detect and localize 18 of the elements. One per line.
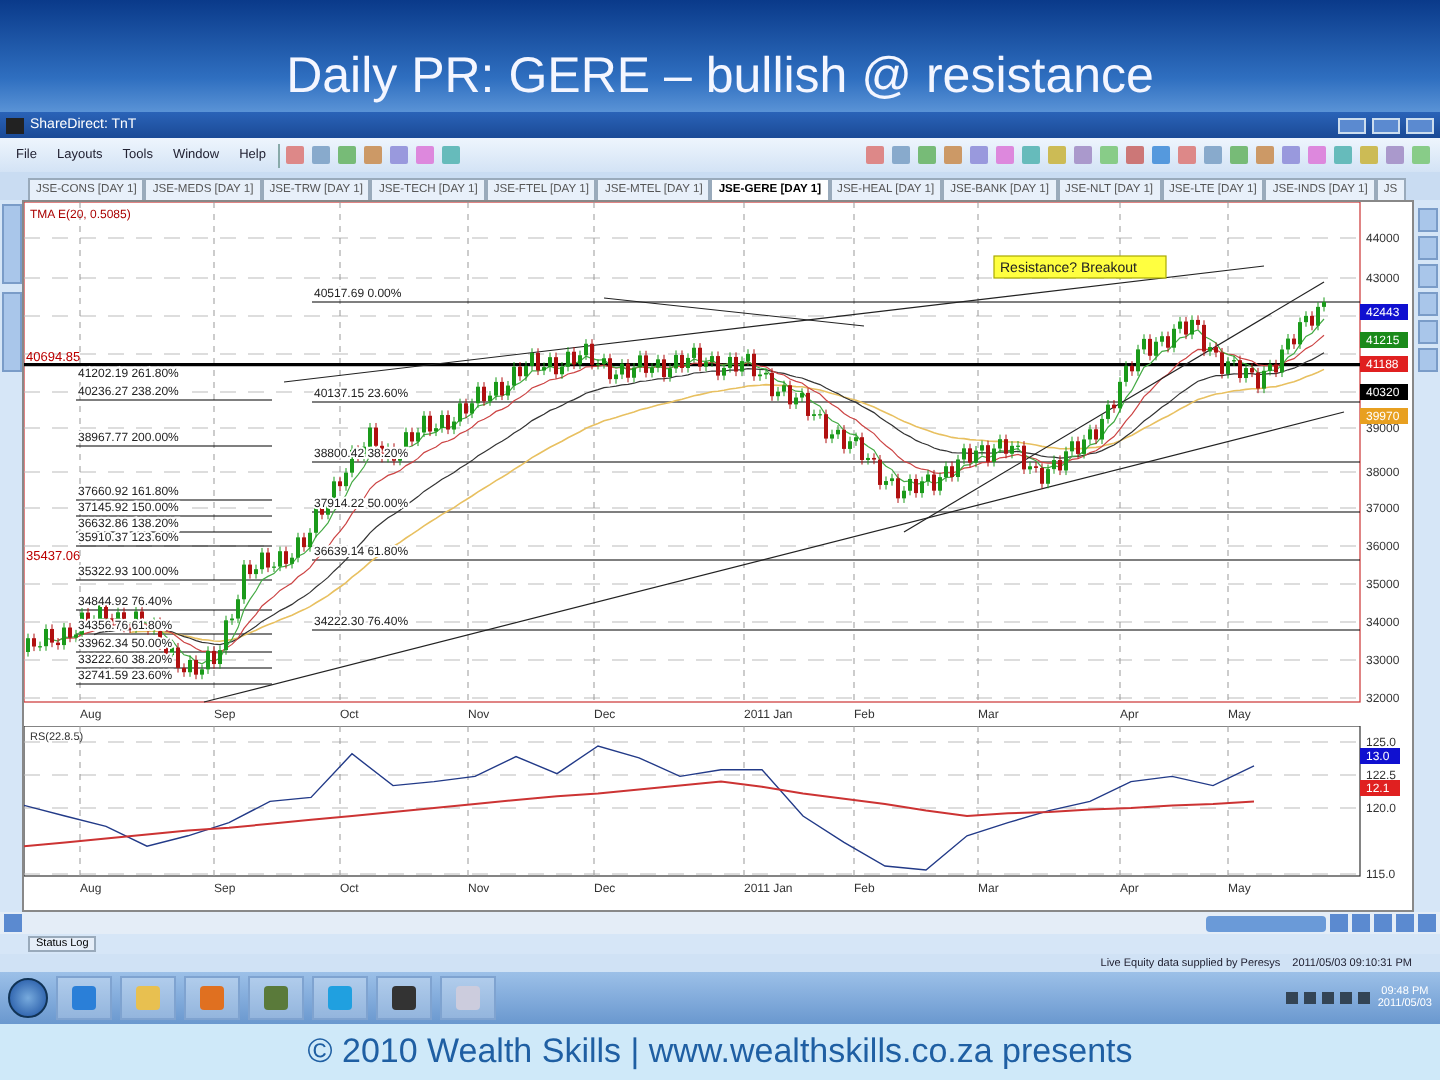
start-button[interactable] [8,978,48,1018]
scroll-thumb[interactable] [1206,915,1326,931]
footer-text: © 2010 Wealth Skills | www.wealthskills.co.za presents [307,1032,1133,1072]
close-button[interactable] [1406,117,1434,133]
side-tool-button[interactable] [1417,208,1438,232]
side-tool-button[interactable] [1417,320,1438,344]
app-icon [6,117,24,133]
side-panel-tab[interactable] [1,204,22,284]
side-tool-button[interactable] [1417,264,1438,288]
side-panel-tab[interactable] [1,292,22,372]
side-tool-button[interactable] [1417,236,1438,260]
side-tool-button[interactable] [1417,348,1438,372]
slide-title: Daily PR: GERE – bullish @ resistance [286,48,1154,108]
scroll-left-button[interactable] [4,914,22,932]
side-tool-button[interactable] [1417,292,1438,316]
maximize-button[interactable] [1372,117,1400,133]
minimize-button[interactable] [1338,117,1366,133]
taskbar-icon[interactable] [376,976,432,1020]
